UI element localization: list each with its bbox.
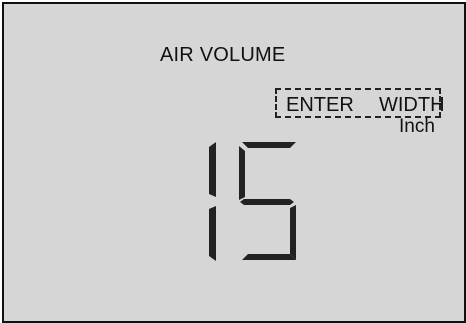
- air-volume-label: AIR VOLUME: [160, 44, 286, 66]
- unit-label: Inch: [399, 116, 435, 137]
- seven-segment-value: [209, 142, 296, 261]
- digit-1-segment-b: [209, 142, 216, 197]
- digit-5-segment-d: [242, 254, 296, 260]
- enter-label: ENTER: [286, 94, 354, 116]
- digit-5-segment-f: [239, 146, 245, 200]
- width-label: WIDTH: [379, 94, 445, 116]
- digit-5-segment-c: [290, 205, 296, 260]
- digit-5-segment-g: [240, 199, 294, 205]
- lcd-display-screen: AIR VOLUME ENTER WIDTH Inch: [2, 2, 466, 323]
- digit-1-segment-c: [209, 206, 216, 261]
- digit-5-segment-a: [242, 142, 296, 148]
